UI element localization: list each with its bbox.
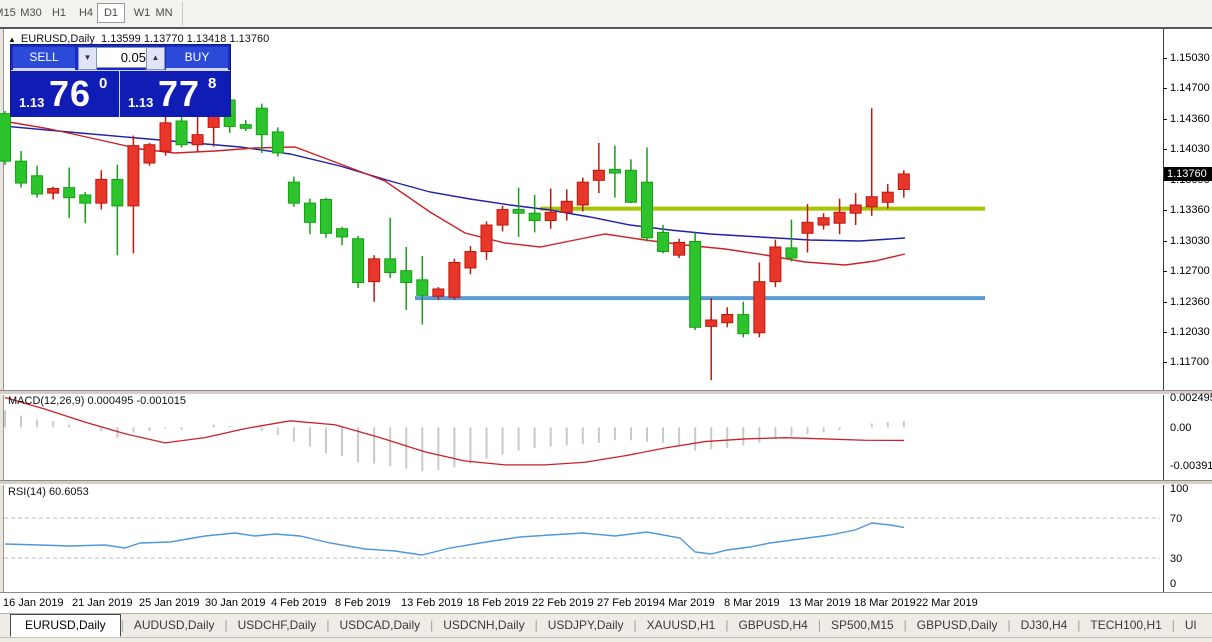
- candle-body: [577, 182, 588, 205]
- candle-body: [160, 123, 171, 151]
- candle-body: [529, 213, 540, 220]
- candle-body: [192, 135, 203, 145]
- trade-controls-row: SELL ▼ 0.05 ▲ BUY: [11, 45, 230, 70]
- candle-body: [818, 218, 829, 225]
- candle-body: [401, 271, 412, 283]
- candle-body: [385, 259, 396, 273]
- rsi-indicator-label: RSI(14) 60.6053: [8, 486, 89, 498]
- candle-body: [754, 282, 765, 333]
- candle-body: [513, 210, 524, 214]
- candle-body: [16, 161, 27, 183]
- candle-body: [497, 210, 508, 226]
- candle-body: [722, 315, 733, 323]
- buy-price-main: 77: [158, 73, 200, 115]
- sell-price-pip: 0: [99, 75, 107, 92]
- price-display-row: 1.13 76 0 1.13 77 8: [11, 70, 230, 117]
- candle-body: [882, 192, 893, 202]
- candle-body: [240, 125, 251, 129]
- candle-body: [642, 182, 653, 238]
- trading-terminal: M15M30H1H4D1W1MN ▲EURUSD,Daily 1.13599 1…: [0, 0, 1212, 642]
- buy-price-prefix: 1.13: [128, 95, 153, 110]
- collapse-triangle-icon[interactable]: ▲: [8, 35, 16, 44]
- candle-body: [433, 289, 444, 296]
- buy-price-pip: 8: [208, 75, 216, 92]
- candle-body: [609, 169, 620, 173]
- candle-body: [304, 203, 315, 222]
- candle-body: [417, 280, 428, 296]
- candle-body: [738, 315, 749, 334]
- sell-price-display[interactable]: 1.13 76 0: [11, 71, 120, 117]
- candle-body: [288, 182, 299, 203]
- candle-body: [658, 232, 669, 251]
- candle-body: [706, 320, 717, 326]
- candle-body: [802, 222, 813, 233]
- volume-input[interactable]: 0.05: [96, 47, 151, 68]
- buy-price-display[interactable]: 1.13 77 8: [120, 71, 228, 117]
- candle-body: [850, 205, 861, 213]
- candle-body: [144, 145, 155, 163]
- candle-body: [96, 179, 107, 203]
- candle-body: [32, 176, 43, 194]
- candle-body: [465, 252, 476, 268]
- candle-body: [48, 189, 59, 194]
- candle-body: [80, 195, 91, 203]
- candle-body: [834, 212, 845, 223]
- volume-decrease-button[interactable]: ▼: [78, 47, 97, 70]
- candle-body: [690, 241, 701, 327]
- candle-body: [674, 242, 685, 255]
- candle-body: [898, 174, 909, 190]
- candle-body: [625, 170, 636, 202]
- candle-body: [545, 212, 556, 220]
- candle-body: [176, 121, 187, 145]
- one-click-trading-widget: SELL ▼ 0.05 ▲ BUY 1.13 76 0 1.13 77 8: [10, 44, 231, 117]
- macd-indicator-label: MACD(12,26,9) 0.000495 -0.001015: [8, 395, 186, 407]
- rsi-line: [5, 523, 904, 555]
- buy-button[interactable]: BUY: [166, 47, 228, 70]
- candle-body: [786, 248, 797, 258]
- candle-body: [561, 201, 572, 212]
- sell-price-main: 76: [49, 73, 91, 115]
- candle-body: [449, 262, 460, 297]
- candle-body: [866, 197, 877, 207]
- volume-increase-button[interactable]: ▲: [146, 47, 165, 70]
- candle-body: [64, 188, 75, 198]
- candle-body: [337, 229, 348, 237]
- sell-price-prefix: 1.13: [19, 95, 44, 110]
- candle-body: [593, 170, 604, 180]
- candle-body: [369, 259, 380, 282]
- candle-body: [128, 146, 139, 206]
- candle-body: [321, 200, 332, 234]
- sell-button[interactable]: SELL: [13, 47, 75, 70]
- candle-body: [256, 108, 267, 134]
- candle-body: [481, 225, 492, 251]
- current-price-box: 1.13760: [1164, 167, 1212, 181]
- candle-body: [353, 239, 364, 283]
- candle-body: [112, 179, 123, 205]
- candle-body: [770, 247, 781, 282]
- candle-body: [0, 114, 11, 161]
- candle-body: [272, 132, 283, 153]
